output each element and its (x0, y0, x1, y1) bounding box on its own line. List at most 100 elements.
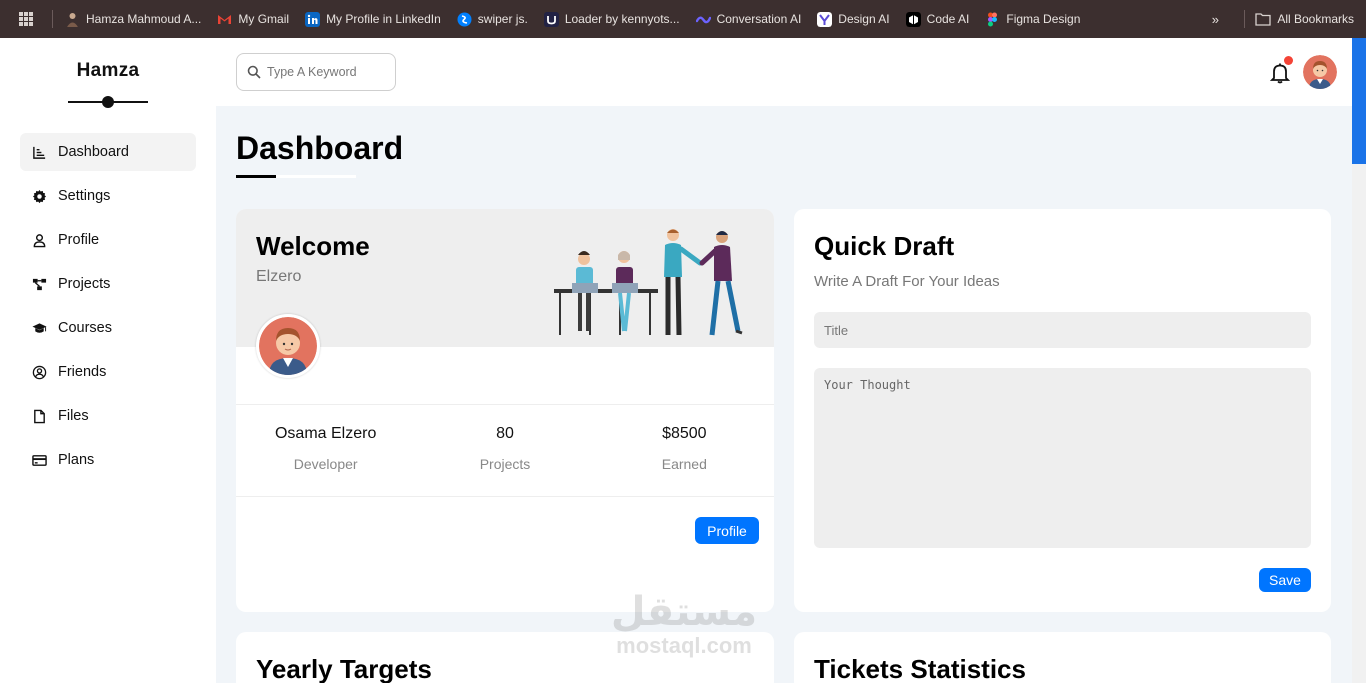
yearly-targets-card: Yearly Targets (236, 632, 774, 683)
sidebar-nav: Dashboard Settings Profile Projects Cour… (20, 133, 196, 485)
stat-label: Earned (661, 456, 707, 472)
sidebar-item-label: Files (58, 408, 89, 424)
stat-earned: $8500 Earned (595, 425, 774, 472)
sidebar-item-label: Courses (58, 320, 112, 336)
bookmark-conversation-ai[interactable]: Conversation AI (695, 12, 802, 27)
person-avatar-icon (67, 12, 78, 27)
scrollbar-thumb[interactable] (1352, 38, 1366, 164)
sidebar-item-label: Settings (58, 188, 111, 204)
stat-value: $8500 (662, 425, 707, 442)
apps-grid-icon[interactable] (12, 9, 40, 29)
yearly-targets-title: Yearly Targets (256, 654, 432, 683)
bookmark-label: My Profile in LinkedIn (326, 12, 441, 26)
bookmark-label: swiper js. (477, 12, 528, 26)
sidebar: Hamza Dashboard Settings Profile Project… (0, 38, 216, 683)
bookmark-design-ai[interactable]: Design AI (817, 11, 890, 27)
sidebar-item-profile[interactable]: Profile (20, 221, 196, 259)
quick-draft-card: Quick Draft Write A Draft For Your Ideas… (794, 209, 1331, 612)
notification-badge (1284, 56, 1293, 65)
file-icon (32, 409, 47, 424)
more-bookmarks-button[interactable]: » (1200, 12, 1230, 27)
bookmark-code-ai[interactable]: Code AI (905, 11, 970, 27)
conversation-ai-icon (695, 16, 711, 23)
credit-card-icon (32, 453, 47, 468)
welcome-title: Welcome (256, 231, 370, 261)
save-button[interactable]: Save (1259, 568, 1311, 592)
top-header (216, 38, 1352, 106)
bookmark-hamza[interactable]: Hamza Mahmoud A... (65, 12, 201, 27)
bookmarks-separator (1244, 10, 1246, 28)
stat-name: Osama Elzero Developer (236, 425, 415, 472)
search-input[interactable] (267, 65, 377, 79)
sidebar-item-label: Friends (58, 364, 107, 380)
title-underline-accent (236, 175, 276, 178)
sidebar-item-label: Dashboard (58, 144, 129, 160)
bookmark-label: Loader by kennyots... (564, 12, 680, 26)
all-bookmarks-label: All Bookmarks (1277, 12, 1354, 26)
draft-title-input[interactable] (814, 312, 1311, 348)
sidebar-item-plans[interactable]: Plans (20, 441, 196, 479)
page-scrollbar[interactable] (1352, 38, 1366, 683)
bookmarks-bar: Hamza Mahmoud A... My Gmail My Profile i… (0, 0, 1366, 38)
design-ai-icon (817, 11, 833, 27)
sidebar-item-friends[interactable]: Friends (20, 353, 196, 391)
chart-icon (32, 145, 47, 160)
welcome-divider (236, 404, 774, 405)
profile-button[interactable]: Profile (695, 517, 759, 544)
bookmarks-separator (52, 10, 53, 28)
bookmark-figma[interactable]: Figma Design (985, 12, 1080, 27)
stat-label: Projects (479, 456, 531, 472)
brand-title: Hamza (76, 60, 140, 81)
bookmark-label: Figma Design (1006, 12, 1081, 26)
gmail-icon (218, 14, 232, 24)
sidebar-item-projects[interactable]: Projects (20, 265, 196, 303)
bookmark-gmail[interactable]: My Gmail (217, 12, 289, 27)
search-icon (247, 65, 261, 79)
swiper-icon (457, 12, 472, 26)
circle-user-icon (32, 365, 47, 380)
page-title: Dashboard (236, 130, 404, 166)
team-illustration (554, 229, 743, 336)
avatar[interactable] (1303, 55, 1337, 89)
welcome-subtitle: Elzero (256, 268, 302, 285)
sidebar-item-courses[interactable]: Courses (20, 309, 196, 347)
stat-value: 80 (496, 425, 514, 442)
search-box[interactable] (236, 53, 396, 91)
bell-icon[interactable] (1270, 62, 1290, 84)
welcome-divider (236, 496, 774, 497)
stat-projects: 80 Projects (415, 425, 594, 472)
tickets-statistics-title: Tickets Statistics (814, 654, 1026, 683)
draft-thought-textarea[interactable] (814, 368, 1311, 548)
bookmark-loader[interactable]: Loader by kennyots... (543, 11, 680, 27)
stat-value: Osama Elzero (274, 425, 377, 442)
diagram-icon (32, 277, 47, 292)
welcome-banner: Welcome Elzero (236, 209, 774, 347)
all-bookmarks-button[interactable]: All Bookmarks (1255, 12, 1354, 26)
bookmark-label: Hamza Mahmoud A... (86, 12, 202, 26)
uiverse-icon (543, 11, 559, 27)
graduation-cap-icon (32, 321, 47, 336)
sidebar-item-settings[interactable]: Settings (20, 177, 196, 215)
bookmark-swiper[interactable]: swiper js. (457, 12, 528, 27)
sidebar-item-files[interactable]: Files (20, 397, 196, 435)
brand-dot (102, 96, 114, 108)
gear-icon (32, 189, 47, 204)
bookmark-label: Conversation AI (716, 12, 802, 26)
code-ai-icon (905, 11, 921, 27)
sidebar-item-label: Projects (58, 276, 111, 292)
sidebar-item-label: Plans (58, 452, 95, 468)
bookmark-label: My Gmail (238, 12, 290, 26)
linkedin-icon (305, 11, 321, 27)
user-icon (32, 233, 47, 248)
draft-subtitle: Write A Draft For Your Ideas (814, 273, 1000, 290)
draft-title: Quick Draft (814, 231, 955, 261)
bookmark-linkedin[interactable]: My Profile in LinkedIn (305, 11, 441, 27)
welcome-avatar (256, 314, 320, 378)
bookmark-label: Code AI (926, 12, 970, 26)
folder-icon (1255, 13, 1271, 26)
stat-label: Developer (293, 456, 358, 472)
tickets-statistics-card: Tickets Statistics (794, 632, 1331, 683)
sidebar-item-label: Profile (58, 232, 100, 248)
sidebar-item-dashboard[interactable]: Dashboard (20, 133, 196, 171)
figma-icon (988, 12, 998, 26)
